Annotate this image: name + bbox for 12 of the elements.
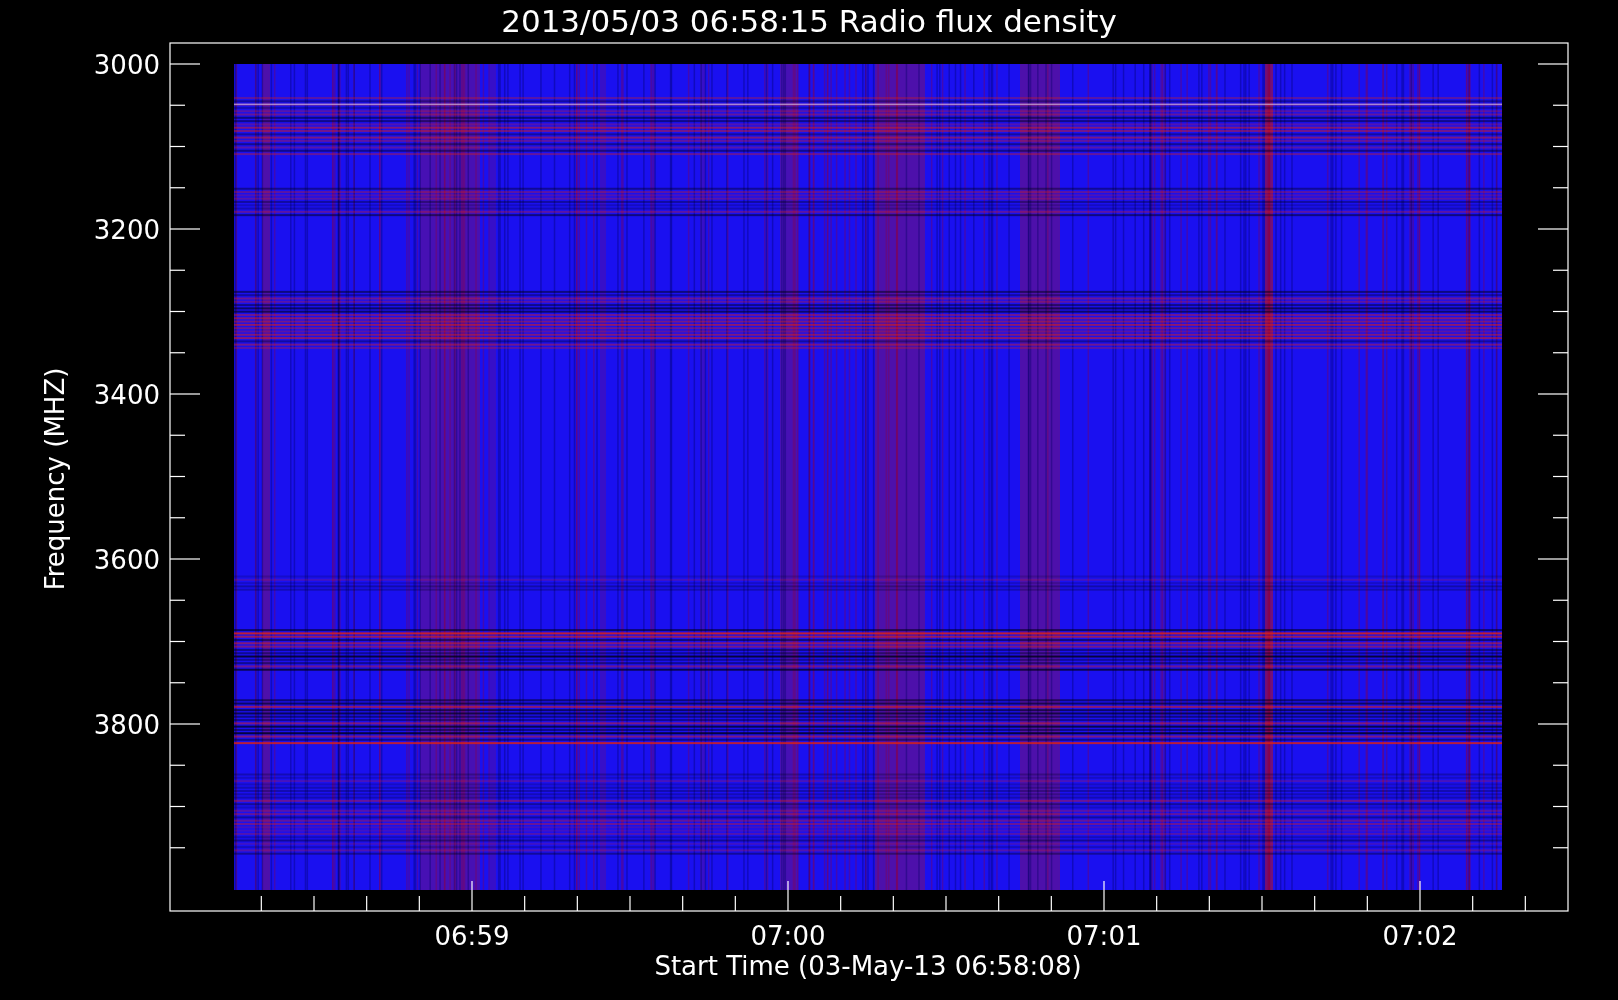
y-tick-label: 3400	[93, 380, 160, 410]
y-tick-label: 3000	[93, 50, 160, 80]
x-tick-label: 07:02	[1382, 921, 1458, 951]
x-tick-label: 07:01	[1066, 921, 1142, 951]
x-axis-label: Start Time (03-May-13 06:58:08)	[654, 951, 1082, 981]
y-tick-label: 3600	[93, 545, 160, 575]
plot-title: 2013/05/03 06:58:15 Radio flux density	[501, 3, 1117, 39]
x-tick-label: 06:59	[434, 921, 510, 951]
x-tick-label: 07:00	[750, 921, 826, 951]
y-tick-label: 3200	[93, 215, 160, 245]
y-axis-label: Frequency (MHZ)	[40, 367, 70, 591]
y-tick-label: 3800	[93, 710, 160, 740]
